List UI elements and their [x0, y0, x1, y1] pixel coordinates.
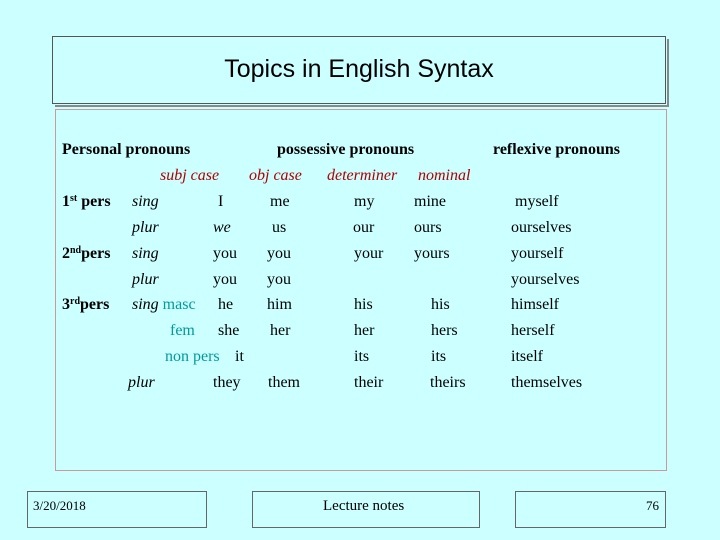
nominal-pronoun: yours [414, 245, 450, 262]
reflexive-pronoun: yourself [511, 245, 564, 262]
reflexive-pronoun: myself [515, 193, 559, 210]
footer-notes-box: Lecture notes [252, 491, 480, 528]
subj-pronoun: you [213, 245, 237, 262]
slide-title: Topics in English Syntax [224, 55, 494, 83]
nominal-pronoun: its [431, 348, 447, 365]
determiner-pronoun: her [354, 322, 375, 339]
number-plur: plur [128, 374, 155, 391]
number-sing: sing [132, 193, 159, 210]
number-gender-label: sing masc [132, 296, 196, 313]
header-nominal: nominal [418, 167, 471, 184]
header-possessive-pronouns: possessive pronouns [277, 141, 415, 158]
footer-page-number: 76 [646, 498, 659, 513]
obj-pronoun: them [268, 374, 300, 391]
header-obj-case: obj case [249, 167, 302, 184]
number-plur: plur [132, 271, 159, 288]
obj-pronoun: you [267, 271, 291, 288]
obj-pronoun: her [270, 322, 291, 339]
person-label-first: 1st pers [62, 193, 111, 210]
reflexive-pronoun: yourselves [511, 271, 580, 288]
determiner-pronoun: their [354, 374, 384, 391]
subj-pronoun: it [235, 348, 244, 365]
subj-pronoun: they [213, 374, 241, 391]
determiner-pronoun: his [354, 296, 373, 313]
subj-pronoun: I [218, 193, 224, 210]
footer-lecture-notes: Lecture notes [323, 498, 405, 514]
obj-pronoun: me [270, 193, 290, 210]
obj-pronoun: him [267, 296, 292, 313]
subj-pronoun: we [213, 219, 231, 236]
gender-fem: fem [170, 322, 195, 339]
subj-pronoun: she [218, 322, 240, 339]
nominal-pronoun: his [431, 296, 450, 313]
subj-pronoun: you [213, 271, 237, 288]
footer-date: 3/20/2018 [33, 498, 86, 513]
reflexive-pronoun: himself [511, 296, 559, 313]
determiner-pronoun: your [354, 245, 384, 262]
obj-pronoun: you [267, 245, 291, 262]
nominal-pronoun: mine [414, 193, 446, 210]
person-label-third: 3rdpers [62, 296, 110, 313]
reflexive-pronoun: itself [511, 348, 543, 365]
content-box [55, 109, 667, 471]
gender-non-pers: non pers [165, 348, 220, 365]
footer-date-box: 3/20/2018 [27, 491, 207, 528]
obj-pronoun: us [272, 219, 287, 236]
header-personal-pronouns: Personal pronouns [62, 141, 191, 158]
person-label-second: 2ndpers [62, 245, 111, 262]
title-box: Topics in English Syntax [52, 36, 669, 107]
number-sing: sing [132, 245, 159, 262]
nominal-pronoun: ours [414, 219, 442, 236]
nominal-pronoun: hers [431, 322, 458, 339]
determiner-pronoun: its [354, 348, 370, 365]
header-subj-case: subj case [160, 167, 220, 184]
number-plur: plur [132, 219, 159, 236]
determiner-pronoun: our [353, 219, 375, 236]
header-reflexive-pronouns: reflexive pronouns [493, 141, 620, 158]
subj-pronoun: he [218, 296, 234, 313]
header-determiner: determiner [327, 167, 398, 184]
reflexive-pronoun: ourselves [511, 219, 572, 236]
determiner-pronoun: my [354, 193, 375, 210]
footer-page-box: 76 [515, 491, 666, 528]
reflexive-pronoun: herself [511, 322, 555, 339]
nominal-pronoun: theirs [430, 374, 466, 391]
reflexive-pronoun: themselves [511, 374, 583, 391]
